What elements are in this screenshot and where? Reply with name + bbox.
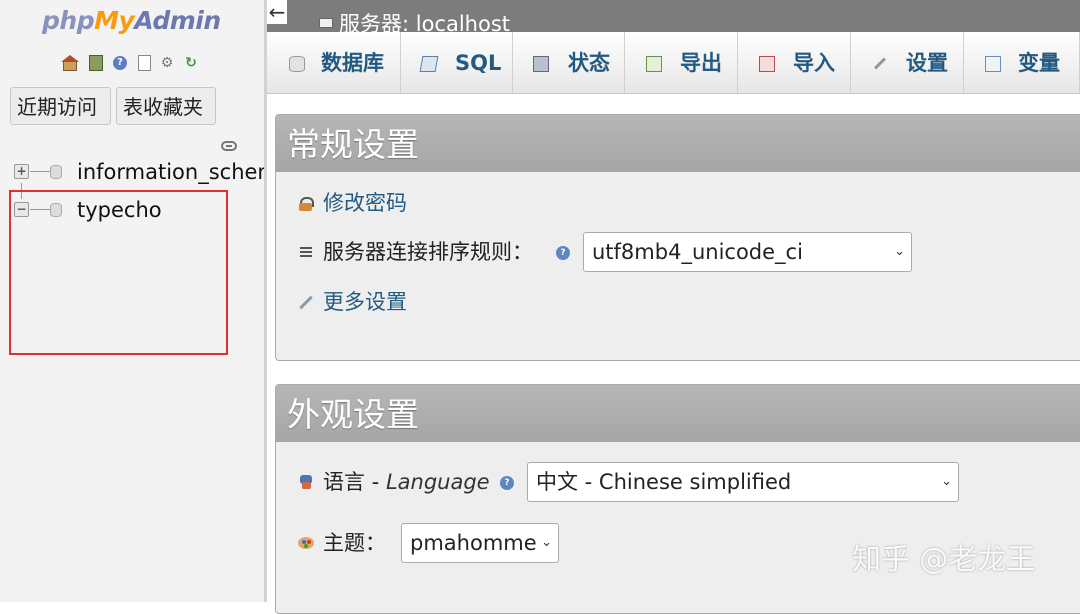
chevron-down-icon: ⌄ bbox=[541, 535, 552, 550]
tab-import[interactable]: 导入 bbox=[738, 32, 851, 93]
server-icon bbox=[319, 18, 333, 28]
link-icon[interactable] bbox=[221, 141, 237, 151]
tab-status[interactable]: 状态 bbox=[513, 32, 625, 93]
theme-row: 主题： pmahomme ⌄ bbox=[298, 523, 598, 563]
tree-connector bbox=[30, 171, 52, 172]
change-password-row[interactable]: 修改密码 bbox=[298, 183, 498, 223]
tab-variables[interactable]: 变量 bbox=[964, 32, 1080, 93]
password-icon bbox=[298, 195, 314, 211]
panel-title: 外观设置 bbox=[287, 395, 419, 434]
watermark: 知乎 @老龙王 bbox=[852, 542, 1036, 576]
change-password-link[interactable]: 修改密码 bbox=[323, 183, 407, 223]
database-icon bbox=[289, 56, 305, 72]
tab-sql[interactable]: SQL bbox=[401, 32, 513, 93]
language-row: 语言 - Language ? 中文 - Chinese simplified … bbox=[298, 462, 998, 502]
database-icon bbox=[50, 165, 62, 179]
help-icon[interactable]: ? bbox=[556, 246, 570, 260]
palette-icon bbox=[298, 535, 314, 551]
help-icon[interactable]: ? bbox=[500, 476, 514, 490]
collapse-navigation-icon[interactable]: ← bbox=[267, 0, 287, 24]
theme-label: 主题： bbox=[323, 531, 386, 555]
settings-icon[interactable]: ⚙ bbox=[158, 54, 176, 72]
theme-select[interactable]: pmahomme ⌄ bbox=[401, 523, 559, 563]
language-select[interactable]: 中文 - Chinese simplified ⌄ bbox=[527, 462, 959, 502]
expand-icon[interactable]: + bbox=[14, 164, 29, 179]
chevron-down-icon: ⌄ bbox=[941, 474, 952, 489]
status-icon bbox=[533, 56, 549, 72]
export-icon bbox=[646, 56, 662, 72]
tab-label: SQL bbox=[455, 51, 502, 75]
panel-title: 常规设置 bbox=[287, 125, 419, 164]
top-menu: 数据库 SQL 状态 导出 导入 设置 变量 bbox=[267, 32, 1080, 94]
tab-label: 变量 bbox=[1018, 51, 1060, 75]
tab-label: 数据库 bbox=[321, 51, 384, 75]
favorite-tables-button[interactable]: 表收藏夹 bbox=[116, 87, 216, 125]
panel-header: 外观设置 bbox=[276, 385, 1080, 442]
more-settings-link[interactable]: 更多设置 bbox=[323, 282, 407, 322]
sql-icon bbox=[419, 56, 439, 72]
server-breadcrumb-bar: ← 服务器: localhost bbox=[267, 0, 1080, 32]
tab-label: 导出 bbox=[680, 51, 722, 75]
recent-tables-button[interactable]: 近期访问 bbox=[10, 87, 111, 125]
wrench-icon bbox=[872, 56, 886, 70]
docs-icon[interactable] bbox=[135, 54, 153, 72]
list-icon bbox=[298, 244, 314, 260]
chevron-down-icon: ⌄ bbox=[894, 244, 905, 259]
reload-icon[interactable]: ↻ bbox=[182, 54, 200, 72]
annotation-highlight-box bbox=[9, 190, 228, 355]
tab-label: 状态 bbox=[568, 51, 610, 75]
tab-label: 设置 bbox=[906, 51, 948, 75]
language-icon bbox=[298, 474, 314, 490]
home-icon[interactable] bbox=[61, 54, 79, 72]
import-icon bbox=[759, 56, 775, 72]
variables-icon bbox=[985, 56, 1001, 72]
tab-settings[interactable]: 设置 bbox=[851, 32, 964, 93]
more-settings-row[interactable]: 更多设置 bbox=[298, 282, 498, 322]
exit-icon[interactable] bbox=[87, 54, 105, 72]
phpmyadmin-logo[interactable]: phpMyAdmin bbox=[42, 6, 221, 35]
appearance-settings-panel: 外观设置 语言 - Language ? 中文 - Chinese simpli… bbox=[275, 384, 1080, 614]
tab-databases[interactable]: 数据库 bbox=[267, 32, 401, 93]
collation-select[interactable]: utf8mb4_unicode_ci ⌄ bbox=[583, 232, 912, 272]
collation-row: 服务器连接排序规则： ? utf8mb4_unicode_ci ⌄ bbox=[298, 232, 938, 272]
server-breadcrumb[interactable]: 服务器: localhost bbox=[339, 8, 510, 32]
general-settings-panel: 常规设置 修改密码 服务器连接排序规则： ? utf8mb4_unicode_c… bbox=[275, 114, 1080, 361]
tab-export[interactable]: 导出 bbox=[625, 32, 738, 93]
wrench-icon bbox=[298, 294, 314, 310]
navigation-panel: phpMyAdmin ⚙ ↻ 近期访问 表收藏夹 + information_s… bbox=[0, 0, 264, 602]
help-icon[interactable] bbox=[111, 54, 129, 72]
panel-header: 常规设置 bbox=[276, 115, 1080, 172]
db-name[interactable]: information_schema bbox=[77, 160, 264, 184]
language-label: 语言 - Language bbox=[323, 470, 490, 494]
collation-label: 服务器连接排序规则： bbox=[323, 240, 533, 264]
tab-label: 导入 bbox=[793, 51, 835, 75]
